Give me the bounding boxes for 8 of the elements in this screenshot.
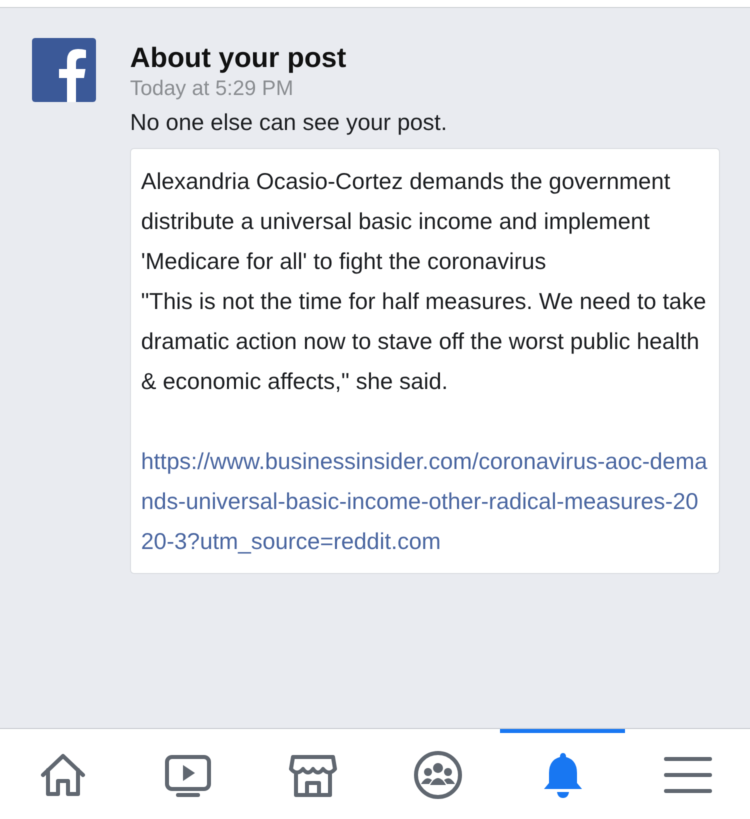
notification-message: No one else can see your post. <box>130 109 448 136</box>
facebook-logo-icon <box>32 38 96 102</box>
groups-icon <box>412 749 464 801</box>
post-text: Alexandria Ocasio-Cortez demands the government distribute a universal basic income and implement 'Medicare for all' to fight the coronavirus <box>141 167 672 276</box>
post-text: "This is not the time for half measures. We need to take dramatic action now to stave off the worst public health & economic affects," she said. <box>141 287 708 396</box>
post-link[interactable]: https://www.businessinsider.com/coronavirus-aoc-demands-universal-basic-income-other-radical-measures-2020-3?utm_source=reddit.com <box>141 441 709 561</box>
notification-title: About your post <box>130 42 348 74</box>
timestamp: Today at 5:29 PM <box>130 77 294 101</box>
